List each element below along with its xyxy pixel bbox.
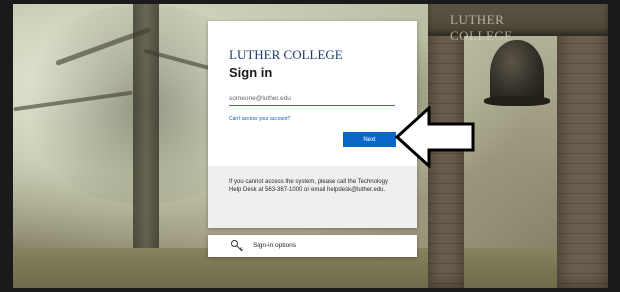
college-logo: LUTHER COLLEGE xyxy=(229,47,343,62)
next-button[interactable]: Next xyxy=(343,132,396,147)
sign-in-options-button[interactable]: Sign-in options xyxy=(208,235,417,257)
email-field[interactable] xyxy=(229,91,395,106)
sign-in-options-label: Sign-in options xyxy=(253,242,296,249)
left-arrow-icon xyxy=(395,106,475,168)
help-desk-panel: If you cannot access the system, please … xyxy=(208,166,417,228)
help-desk-text: If you cannot access the system, please … xyxy=(229,179,388,193)
tree-trunk xyxy=(133,4,159,288)
bell xyxy=(490,40,544,102)
cant-access-account-link[interactable]: Can't access your account? xyxy=(229,116,290,122)
bell-lip xyxy=(484,96,550,106)
bell-tower-pillar xyxy=(557,4,608,288)
bell-tower-sign: LUTHER COLLEGE xyxy=(450,12,513,43)
sign-in-card: LUTHER COLLEGE Sign in Can't access your… xyxy=(208,21,417,228)
page-title: Sign in xyxy=(229,65,273,80)
key-icon xyxy=(231,240,243,252)
